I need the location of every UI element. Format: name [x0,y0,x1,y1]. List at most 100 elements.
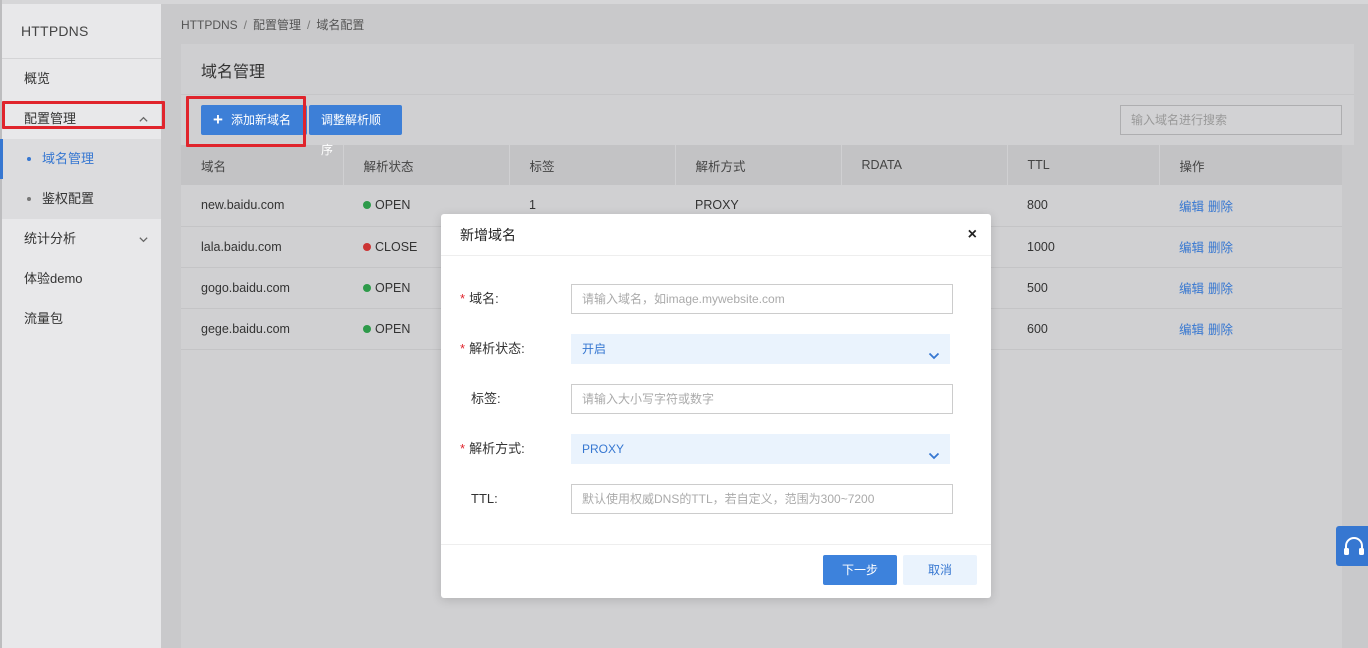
status-dot-icon [363,283,371,292]
delete-link[interactable]: 删除 [1208,323,1233,337]
edit-link[interactable]: 编辑 [1179,241,1204,255]
breadcrumb-item: 域名配置 [316,18,365,32]
sidebar-top-bar [2,0,161,4]
delete-link[interactable]: 删除 [1208,241,1233,255]
sidebar-item-label: 流量包 [24,311,64,326]
status-select[interactable]: 开启 [571,334,950,364]
actions-cell: 编辑 删除 [1159,267,1342,309]
status-select-value: 开启 [582,342,607,356]
next-button[interactable]: 下一步 [823,555,897,585]
sidebar-item-demo[interactable]: 体验demo [2,259,161,299]
form-row-status: * 解析状态: 开启 [441,334,991,364]
delete-link[interactable]: 删除 [1208,282,1233,296]
ttl-cell: 1000 [1007,226,1159,268]
form-row-method: * 解析方式: PROXY [441,434,991,464]
chevron-down-icon [928,443,940,473]
required-mark: * [460,441,466,456]
adjust-order-button[interactable]: 调整解析顺序 [309,105,402,157]
support-button[interactable] [1336,526,1368,566]
edit-link[interactable]: 编辑 [1179,200,1204,214]
ttl-cell: 800 [1007,185,1159,227]
chevron-up-icon [138,99,149,139]
sidebar-item-label: 配置管理 [24,111,77,126]
form-row-domain: * 域名: 请输入域名，如image.mywebsite.com [441,284,991,314]
ttl-input[interactable]: 默认使用权威DNS的TTL，若自定义，范围为300~7200 [571,484,953,514]
field-label: 解析状态: [469,341,525,356]
scrollbar[interactable] [1342,145,1354,648]
status-label: * 解析状态: [460,334,525,364]
actions-cell: 编辑 删除 [1159,226,1342,268]
dialog-header: 新增域名 × [441,214,991,256]
domain-cell: gege.baidu.com [181,308,343,350]
sidebar-submenu-config: 域名管理 鉴权配置 [0,139,161,219]
ttl-label: TTL: [471,491,498,506]
tag-label: 标签: [471,391,501,406]
column-header: 操作 [1159,145,1342,185]
cancel-button[interactable]: 取消 [903,555,977,585]
status-text: OPEN [375,321,411,336]
chevron-down-icon [928,343,940,373]
domain-cell: lala.baidu.com [181,226,343,268]
edit-link[interactable]: 编辑 [1179,282,1204,296]
field-label: 解析方式: [469,441,525,456]
actions-cell: 编辑 删除 [1159,185,1342,227]
status-dot-icon [363,201,371,210]
sidebar-item-domain-management[interactable]: 域名管理 [0,139,161,179]
search-input[interactable]: 输入域名进行搜索 [1120,105,1342,135]
column-header: RDATA [841,145,1008,185]
sidebar-item-statistics[interactable]: 统计分析 [2,219,161,259]
sidebar-item-config[interactable]: 配置管理 [2,99,161,139]
close-icon[interactable]: × [968,214,977,256]
bullet-icon [27,197,31,201]
field-label: 域名: [469,291,499,306]
domain-cell: gogo.baidu.com [181,267,343,309]
sidebar-item-label: 体验demo [24,271,83,286]
status-text: CLOSE [375,239,418,254]
ttl-cell: 500 [1007,267,1159,309]
breadcrumb-separator: / [243,18,248,32]
add-domain-button[interactable]: + 添加新域名 [201,105,307,135]
status-text: OPEN [375,198,411,213]
method-label: * 解析方式: [460,434,525,464]
bullet-icon [27,157,31,161]
dialog-footer: 下一步 取消 [441,544,991,598]
breadcrumb-separator: / [307,18,311,32]
add-domain-dialog: 新增域名 × * 域名: 请输入域名，如image.mywebsite.com *… [441,214,991,598]
sidebar-item-label: 鉴权配置 [42,191,95,206]
sidebar-item-label: 统计分析 [24,231,77,246]
domain-cell: new.baidu.com [181,185,343,227]
sidebar-item-label: 域名管理 [42,151,95,166]
column-header: 标签 [509,145,676,185]
table-header-row: 域名 解析状态 标签 解析方式 RDATA TTL 操作 [181,145,1342,185]
page-title: 域名管理 [181,44,1354,95]
required-mark: * [460,291,466,306]
main-top-bar [161,0,1368,4]
plus-icon: + [213,110,223,129]
method-select[interactable]: PROXY [571,434,950,464]
status-dot-icon [363,242,371,251]
delete-link[interactable]: 删除 [1208,200,1233,214]
sidebar: HTTPDNS 概览 配置管理 域名管理 鉴权配置 统计分析 体验demo 流量… [0,0,161,648]
add-domain-label: 添加新域名 [231,113,292,127]
breadcrumb: HTTPDNS / 配置管理 / 域名配置 [181,16,364,33]
actions-cell: 编辑 删除 [1159,308,1342,350]
tag-input[interactable]: 请输入大小写字符或数字 [571,384,953,414]
domain-label: * 域名: [460,284,499,314]
sidebar-item-label: 概览 [24,71,51,86]
edit-link[interactable]: 编辑 [1179,323,1204,337]
toolbar: + 添加新域名 调整解析顺序 输入域名进行搜索 [181,95,1354,157]
sidebar-item-auth-config[interactable]: 鉴权配置 [2,179,161,219]
column-header: TTL [1007,145,1160,185]
required-mark: * [460,341,466,356]
ttl-cell: 600 [1007,308,1159,350]
breadcrumb-item[interactable]: HTTPDNS [181,18,238,32]
sidebar-item-traffic[interactable]: 流量包 [2,299,161,339]
breadcrumb-item[interactable]: 配置管理 [253,18,301,32]
status-dot-icon [363,324,371,333]
sidebar-item-overview[interactable]: 概览 [2,59,161,99]
chevron-down-icon [138,219,149,259]
domain-input[interactable]: 请输入域名，如image.mywebsite.com [571,284,953,314]
column-header: 域名 [181,145,344,185]
form-row-ttl: TTL: 默认使用权威DNS的TTL，若自定义，范围为300~7200 [441,484,991,514]
status-text: OPEN [375,280,411,295]
